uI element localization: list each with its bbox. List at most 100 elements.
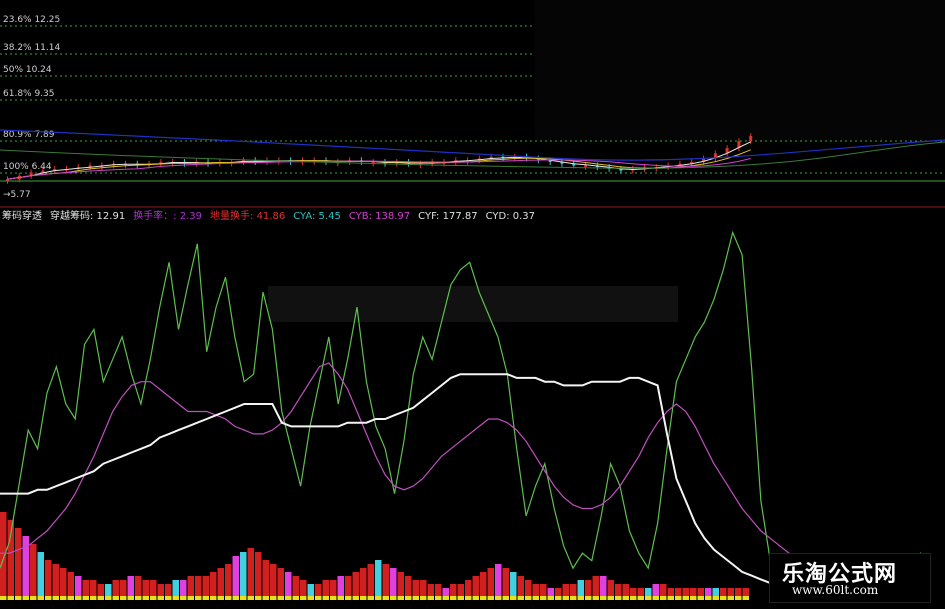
volume-base bbox=[562, 596, 569, 600]
volume-base bbox=[637, 596, 644, 600]
legend-entry: 地量换手: 41.86 bbox=[210, 209, 285, 222]
upper-right-dark-panel bbox=[535, 0, 945, 142]
volume-base bbox=[292, 596, 299, 600]
candle bbox=[749, 136, 753, 142]
legend-entry: CYF: 177.87 bbox=[418, 211, 477, 222]
volume-bar bbox=[247, 548, 254, 600]
volume-base bbox=[75, 596, 82, 600]
volume-bar bbox=[352, 572, 359, 600]
volume-base bbox=[352, 596, 359, 600]
volume-base bbox=[277, 596, 284, 600]
volume-base bbox=[187, 596, 194, 600]
volume-base bbox=[165, 596, 172, 600]
volume-base bbox=[502, 596, 509, 600]
fib-label: 38.2% 11.14 bbox=[3, 43, 60, 53]
volume-base bbox=[7, 596, 14, 600]
volume-base bbox=[45, 596, 52, 600]
volume-base bbox=[600, 596, 607, 600]
volume-base bbox=[630, 596, 637, 600]
volume-bar bbox=[45, 560, 52, 600]
volume-base bbox=[382, 596, 389, 600]
volume-base bbox=[127, 596, 134, 600]
volume-base bbox=[307, 596, 314, 600]
volume-base bbox=[652, 596, 659, 600]
volume-bar bbox=[52, 564, 59, 600]
volume-base bbox=[622, 596, 629, 600]
volume-bar bbox=[255, 552, 262, 600]
volume-base bbox=[427, 596, 434, 600]
volume-base bbox=[255, 596, 262, 600]
volume-bar bbox=[277, 568, 284, 600]
volume-base bbox=[472, 596, 479, 600]
volume-base bbox=[60, 596, 67, 600]
volume-base bbox=[390, 596, 397, 600]
volume-base bbox=[322, 596, 329, 600]
volume-base bbox=[457, 596, 464, 600]
volume-base bbox=[435, 596, 442, 600]
volume-base bbox=[240, 596, 247, 600]
volume-bar bbox=[375, 560, 382, 600]
volume-base bbox=[217, 596, 224, 600]
volume-base bbox=[510, 596, 517, 600]
volume-base bbox=[532, 596, 539, 600]
volume-base bbox=[675, 596, 682, 600]
volume-base bbox=[225, 596, 232, 600]
legend-entry: 筹码穿透 bbox=[2, 209, 42, 222]
volume-base bbox=[52, 596, 59, 600]
volume-base bbox=[367, 596, 374, 600]
volume-bar bbox=[360, 568, 367, 600]
volume-base bbox=[577, 596, 584, 600]
volume-bar bbox=[225, 564, 232, 600]
volume-base bbox=[247, 596, 254, 600]
volume-base bbox=[202, 596, 209, 600]
volume-bar bbox=[210, 572, 217, 600]
volume-base bbox=[742, 596, 749, 600]
volume-base bbox=[735, 596, 742, 600]
volume-base bbox=[495, 596, 502, 600]
volume-base bbox=[547, 596, 554, 600]
volume-bar bbox=[285, 572, 292, 600]
low-price-label: →5.77 bbox=[3, 190, 31, 200]
volume-base bbox=[67, 596, 74, 600]
indicator-legend: 筹码穿透 穿越筹码: 12.91 换手率：: 2.39 地量换手: 41.86 CYA:… bbox=[2, 209, 535, 222]
volume-base bbox=[615, 596, 622, 600]
legend-entry: 穿越筹码: 12.91 bbox=[50, 209, 125, 222]
volume-bar bbox=[390, 568, 397, 600]
watermark-logo: 乐淘公式网 www.60lt.com bbox=[769, 553, 931, 603]
volume-base bbox=[570, 596, 577, 600]
volume-bar bbox=[232, 556, 239, 600]
volume-bar bbox=[37, 552, 44, 600]
volume-base bbox=[660, 596, 667, 600]
volume-base bbox=[172, 596, 179, 600]
volume-bar bbox=[502, 568, 509, 600]
volume-base bbox=[487, 596, 494, 600]
volume-base bbox=[315, 596, 322, 600]
volume-base bbox=[90, 596, 97, 600]
volume-bar bbox=[382, 564, 389, 600]
volume-base bbox=[210, 596, 217, 600]
volume-base bbox=[405, 596, 412, 600]
volume-bar bbox=[0, 512, 7, 600]
volume-base bbox=[705, 596, 712, 600]
volume-bar bbox=[262, 560, 269, 600]
volume-bar bbox=[30, 544, 37, 600]
fib-label: 61.8% 9.35 bbox=[3, 89, 55, 99]
volume-base bbox=[82, 596, 89, 600]
fib-label: 100% 6.44 bbox=[3, 162, 52, 172]
volume-base bbox=[465, 596, 472, 600]
volume-base bbox=[270, 596, 277, 600]
legend-entry: CYD: 0.37 bbox=[486, 211, 535, 222]
volume-bar bbox=[217, 568, 224, 600]
volume-bar bbox=[487, 568, 494, 600]
watermark-url: www.60lt.com bbox=[792, 583, 879, 597]
volume-base bbox=[120, 596, 127, 600]
volume-base bbox=[30, 596, 37, 600]
volume-base bbox=[262, 596, 269, 600]
candle bbox=[41, 170, 45, 173]
volume-base bbox=[360, 596, 367, 600]
volume-base bbox=[135, 596, 142, 600]
redaction-bar bbox=[268, 286, 678, 322]
volume-base bbox=[150, 596, 157, 600]
volume-bar bbox=[367, 564, 374, 600]
volume-base bbox=[397, 596, 404, 600]
